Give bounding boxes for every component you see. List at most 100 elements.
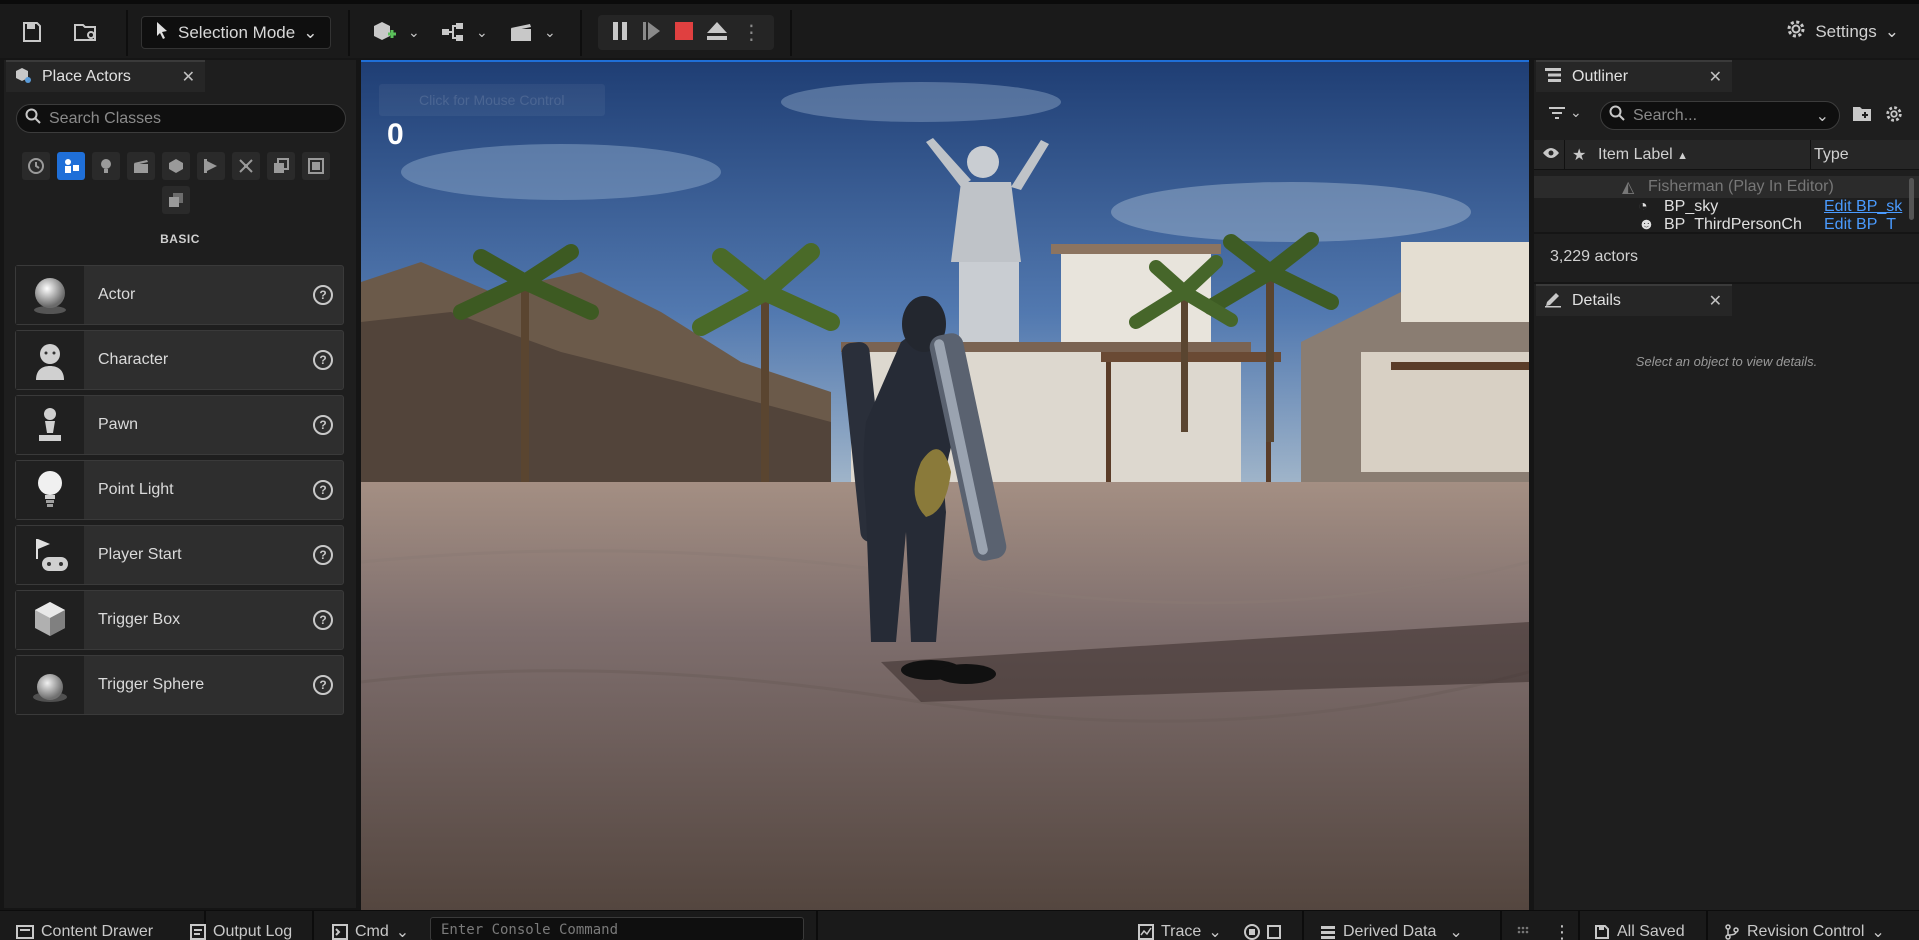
visibility-eye-icon[interactable]	[1542, 146, 1560, 165]
search-classes-input[interactable]: Search Classes	[16, 104, 346, 133]
trigger-sphere-icon	[16, 656, 84, 714]
gear-icon[interactable]	[1884, 104, 1904, 127]
cinematics-dropdown[interactable]: ⌄	[508, 16, 556, 48]
help-icon[interactable]: ?	[313, 610, 333, 630]
trace-dropdown[interactable]: Trace ⌄	[1138, 911, 1222, 940]
main-toolbar: Selection Mode ⌄ ⌄ ⌄ ⌄ ⋮ Settings ⌄	[0, 0, 1919, 58]
cmd-label: Cmd	[355, 923, 389, 940]
chevron-down-icon: ⌄	[1871, 924, 1885, 940]
geometry-category-icon[interactable]	[197, 152, 225, 180]
help-icon[interactable]: ?	[313, 285, 333, 305]
row-label: BP_ThirdPersonCh	[1664, 216, 1802, 230]
outliner-panel: Outliner ✕ ⌄ Search... ⌄ ★ Item Label ▲ …	[1534, 60, 1919, 282]
tab-outliner[interactable]: Outliner ✕	[1536, 60, 1732, 92]
character-icon	[16, 331, 84, 389]
close-icon[interactable]: ✕	[182, 67, 195, 87]
actor-list-item[interactable]: Actor ?	[15, 265, 344, 325]
selection-mode-dropdown[interactable]: Selection Mode ⌄	[141, 16, 331, 49]
add-actor-dropdown[interactable]: ⌄	[370, 16, 420, 48]
content-drawer-button[interactable]: Content Drawer	[16, 911, 153, 940]
outliner-row[interactable]: ◔ BP_sky Edit BP_sk	[1534, 196, 1919, 218]
settings-label: Settings	[1815, 21, 1877, 41]
trace-record-icon[interactable]	[1244, 911, 1282, 940]
console-command-input[interactable]: Enter Console Command	[430, 917, 804, 940]
actor-list: Actor ? Character ? Pawn ? Point Light ?	[15, 265, 344, 720]
grid-icon[interactable]	[1516, 911, 1530, 940]
pause-icon[interactable]	[611, 21, 629, 44]
actor-list-item[interactable]: Player Start ?	[15, 525, 344, 585]
column-type[interactable]: Type	[1814, 146, 1849, 164]
search-icon	[1609, 105, 1625, 126]
help-icon[interactable]: ?	[313, 350, 333, 370]
column-item-label[interactable]: Item Label ▲	[1598, 146, 1688, 164]
help-icon[interactable]: ?	[313, 545, 333, 565]
save-icon[interactable]	[16, 16, 48, 48]
details-empty-message: Select an object to view details.	[1635, 354, 1818, 369]
cmd-dropdown[interactable]: Cmd ⌄	[332, 911, 409, 940]
eject-icon[interactable]	[706, 21, 728, 44]
effects-category-icon[interactable]	[232, 152, 260, 180]
edit-blueprint-link[interactable]: Edit BP_T	[1824, 216, 1896, 230]
actor-list-item[interactable]: Character ?	[15, 330, 344, 390]
save-all-button[interactable]: All Saved	[1594, 911, 1685, 940]
trace-icon	[1138, 924, 1154, 940]
step-frame-icon[interactable]	[642, 21, 662, 44]
actor-list-item[interactable]: Trigger Box ?	[15, 590, 344, 650]
all-classes-category-icon[interactable]	[302, 152, 330, 180]
settings-dropdown[interactable]: Settings ⌄	[1785, 18, 1899, 45]
row-label: Fisherman (Play In Editor)	[1648, 178, 1834, 195]
derived-data-dropdown[interactable]: Derived Data ⌄	[1320, 911, 1463, 940]
chevron-down-icon: ⌄	[408, 23, 420, 40]
chevron-down-icon: ⌄	[1208, 924, 1222, 940]
row-label: BP_sky	[1664, 198, 1719, 215]
chevron-down-icon: ⌄	[395, 924, 410, 940]
sphere-icon	[16, 266, 84, 324]
actor-list-item[interactable]: Point Light ?	[15, 460, 344, 520]
help-icon[interactable]: ?	[313, 480, 333, 500]
more-options-icon[interactable]: ⋮	[1553, 911, 1571, 940]
outliner-row[interactable]: ◭ Fisherman (Play In Editor)	[1534, 176, 1919, 198]
shapes-category-icon[interactable]	[162, 186, 190, 214]
revision-control-label: Revision Control	[1747, 923, 1865, 940]
blueprint-dropdown[interactable]: ⌄	[440, 16, 488, 48]
outliner-row[interactable]: ☻ BP_ThirdPersonCh Edit BP_T	[1534, 216, 1919, 230]
filter-dropdown[interactable]: ⌄	[1548, 104, 1582, 121]
scene-illustration	[361, 62, 1529, 910]
category-label: BASIC	[160, 232, 200, 246]
cinematic-category-icon[interactable]	[127, 152, 155, 180]
help-icon[interactable]: ?	[313, 415, 333, 435]
game-viewport[interactable]: Click for Mouse Control 0	[361, 60, 1529, 910]
derived-data-label: Derived Data	[1343, 923, 1437, 940]
close-icon[interactable]: ✕	[1709, 291, 1722, 311]
trigger-box-icon	[16, 591, 84, 649]
chevron-down-icon: ⌄	[1449, 924, 1463, 940]
place-actors-panel: Place Actors ✕ Search Classes BASIC Acto…	[4, 60, 356, 908]
output-log-label: Output Log	[213, 923, 293, 940]
cursor-icon	[154, 21, 170, 44]
add-folder-icon[interactable]	[1852, 104, 1872, 125]
chevron-down-icon: ⌄	[303, 22, 318, 42]
recent-category-icon[interactable]	[22, 152, 50, 180]
revision-control-dropdown[interactable]: Revision Control ⌄	[1724, 911, 1885, 940]
actor-list-item[interactable]: Trigger Sphere ?	[15, 655, 344, 715]
mouse-control-hint: Click for Mouse Control	[379, 84, 605, 116]
output-log-button[interactable]: Output Log	[190, 911, 292, 940]
close-icon[interactable]: ✕	[1709, 67, 1722, 87]
stop-icon[interactable]	[674, 22, 693, 43]
basic-category-icon[interactable]	[57, 152, 85, 180]
lights-category-icon[interactable]	[92, 152, 120, 180]
star-icon[interactable]: ★	[1572, 145, 1586, 165]
actor-list-item[interactable]: Pawn ?	[15, 395, 344, 455]
edit-blueprint-link[interactable]: Edit BP_sk	[1824, 198, 1902, 216]
browse-content-icon[interactable]	[70, 16, 102, 48]
more-options-icon[interactable]: ⋮	[741, 23, 761, 43]
outliner-search-input[interactable]: Search... ⌄	[1600, 101, 1840, 130]
tab-details[interactable]: Details ✕	[1536, 284, 1732, 316]
help-icon[interactable]: ?	[313, 675, 333, 695]
visual-effects-category-icon[interactable]	[162, 152, 190, 180]
output-log-icon	[190, 924, 206, 940]
outliner-scrollbar[interactable]	[1909, 178, 1914, 220]
actor-count: 3,229 actors	[1550, 248, 1639, 265]
tab-place-actors[interactable]: Place Actors ✕	[6, 60, 205, 92]
volumes-category-icon[interactable]	[267, 152, 295, 180]
